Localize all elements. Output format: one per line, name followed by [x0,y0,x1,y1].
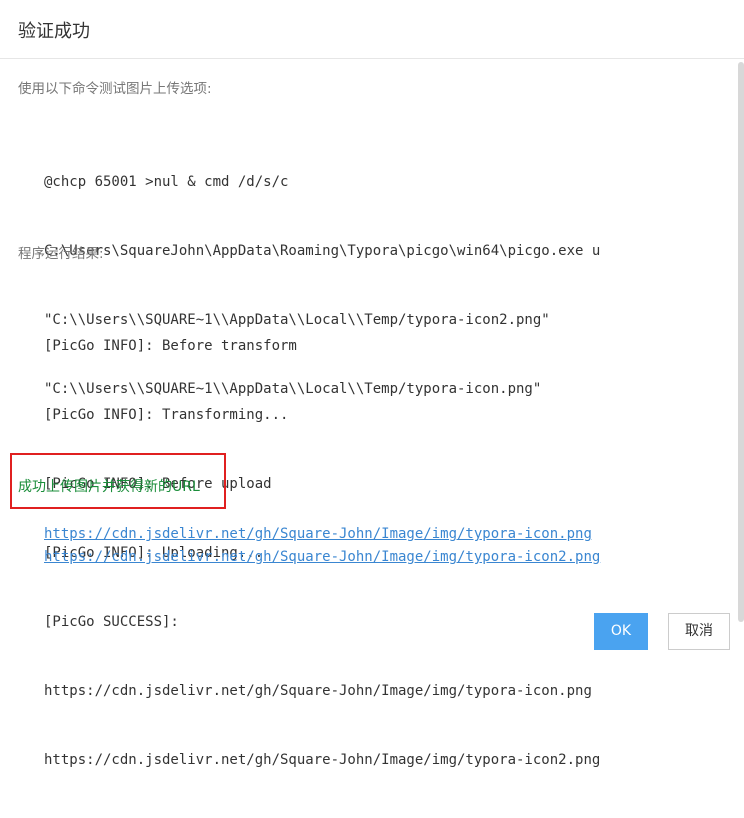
uploaded-links: https://cdn.jsdelivr.net/gh/Square-John/… [44,523,600,569]
dialog-title: 验证成功 [18,21,90,42]
command-line: @chcp 65001 >nul & cmd /d/s/c [44,174,289,190]
command-line: C:\Users\SquareJohn\AppData\Roaming\Typo… [44,243,601,259]
success-message: 成功上传图片并获得新的URL [18,479,200,495]
scrollbar[interactable] [738,62,744,622]
verification-dialog: 验证成功 使用以下命令测试图片上传选项: @chcp 65001 >nul & … [0,0,744,768]
cancel-button[interactable]: 取消 [668,613,730,650]
result-label: 程序运行结果: [18,246,104,262]
title-divider [0,58,744,59]
ok-button[interactable]: OK [594,613,648,650]
output-line: [PicGo INFO]: Transforming... [44,407,289,423]
output-line: [PicGo SUCCESS]: [44,614,179,630]
test-command-label: 使用以下命令测试图片上传选项: [18,81,212,97]
output-line: https://cdn.jsdelivr.net/gh/Square-John/… [44,752,601,768]
uploaded-url-link[interactable]: https://cdn.jsdelivr.net/gh/Square-John/… [44,546,600,569]
uploaded-url-link[interactable]: https://cdn.jsdelivr.net/gh/Square-John/… [44,523,600,546]
output-line: https://cdn.jsdelivr.net/gh/Square-John/… [44,683,592,699]
output-line: [PicGo INFO]: Before transform [44,338,297,354]
